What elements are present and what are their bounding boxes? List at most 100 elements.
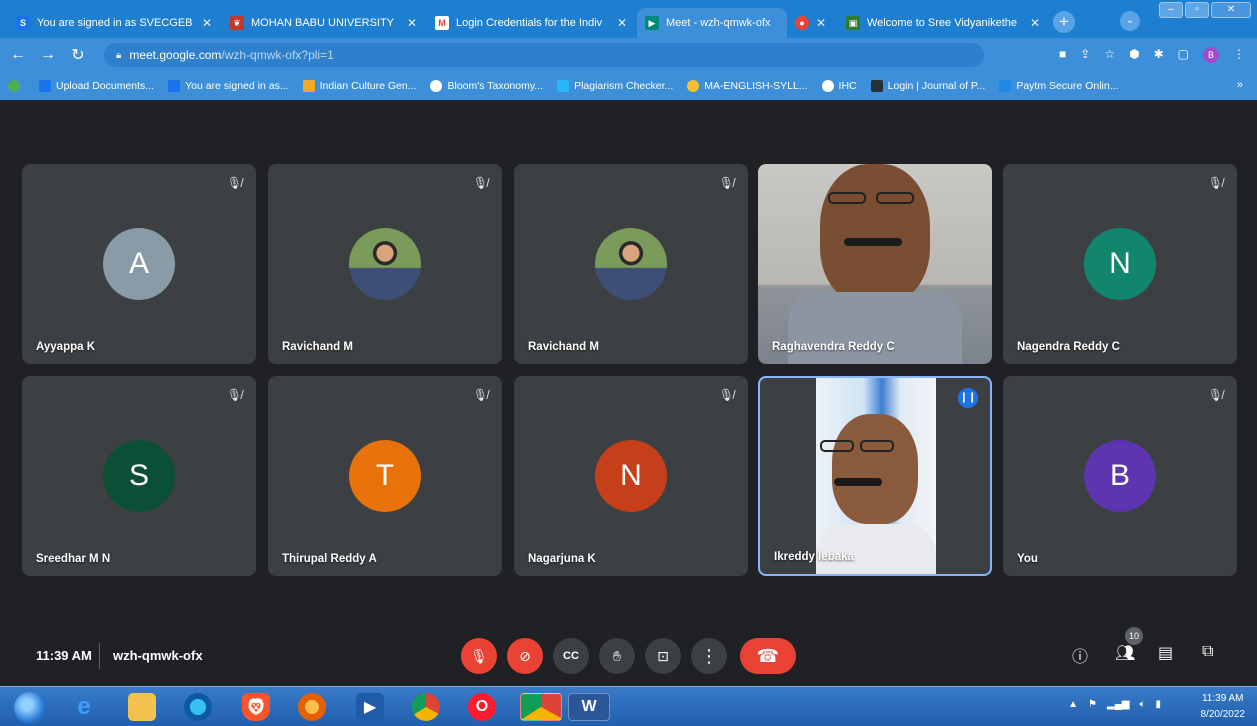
chat-icon[interactable]: ▤ <box>1158 643 1173 663</box>
system-tray: ▲ ⚑ ▂▄▆ 🔈︎ ▮ <box>1068 699 1161 710</box>
raise-hand-button[interactable]: ✋︎ <box>599 638 635 674</box>
bookmark-item[interactable]: Paytm Secure Onlin... <box>999 80 1118 92</box>
share-icon[interactable]: ⇪ <box>1080 47 1090 63</box>
browser-tab[interactable]: S You are signed in as SVECGEB ✕ <box>8 8 220 38</box>
file-explorer-icon[interactable] <box>128 693 156 721</box>
university-favicon-icon: ❦ <box>230 16 244 30</box>
close-tab-icon[interactable]: ✕ <box>202 16 212 30</box>
participant-name: Ravichand M <box>528 341 599 353</box>
word-icon[interactable]: W <box>568 693 610 721</box>
brave-icon[interactable]: 🦁︎ <box>242 693 270 721</box>
participant-name: Ayyappa K <box>36 341 96 353</box>
profile-avatar[interactable]: B <box>1203 47 1219 63</box>
extensions-puzzle-icon[interactable]: ✱ <box>1154 47 1164 63</box>
reload-icon[interactable]: ↻ <box>66 45 90 65</box>
mic-off-icon: 🎙︎̸ <box>718 176 734 190</box>
close-tab-icon[interactable]: ✕ <box>1030 16 1040 30</box>
close-tab-icon[interactable]: ✕ <box>407 16 417 30</box>
participant-tile[interactable]: 🎙︎̸ Ravichand M <box>268 164 502 364</box>
taskbar-date: 8/20/2022 <box>1200 709 1246 720</box>
url-host: meet.google.com <box>129 48 222 62</box>
apps-shield-icon[interactable] <box>8 80 25 92</box>
participant-tile[interactable]: 🎙︎̸ N Nagarjuna K <box>514 376 748 576</box>
people-icon[interactable]: 👥︎ <box>1115 643 1135 663</box>
bookmark-star-icon[interactable]: ☆ <box>1104 47 1115 63</box>
mic-off-icon: 🎙︎̸ <box>718 388 734 402</box>
participant-avatar: S <box>103 440 175 512</box>
camera-toggle-button[interactable]: ⊘ <box>507 638 543 674</box>
browser-tab[interactable]: ❦ MOHAN BABU UNIVERSITY ✕ <box>222 8 425 38</box>
bookmark-item[interactable]: Upload Documents... <box>39 80 154 92</box>
bookmark-item[interactable]: Plagiarism Checker... <box>557 80 673 92</box>
bookmark-item[interactable]: You are signed in as... <box>168 80 289 92</box>
side-panel-icon[interactable]: ▢ <box>1178 47 1189 63</box>
flag-icon[interactable]: ⚑ <box>1088 699 1097 710</box>
internet-explorer-icon[interactable]: e <box>70 693 98 721</box>
participant-photo-avatar <box>595 228 667 300</box>
present-screen-button[interactable]: ⊡ <box>645 638 681 674</box>
bookmark-item[interactable]: Login | Journal of P... <box>870 80 985 92</box>
tab-search-button[interactable]: ⌄ <box>1120 11 1140 31</box>
url-path: /wzh-qmwk-ofx?pli=1 <box>221 48 334 62</box>
participant-photo-avatar <box>349 228 421 300</box>
shirt <box>816 524 936 574</box>
close-window-button[interactable]: ✕ <box>1211 2 1251 18</box>
chrome-icon[interactable] <box>412 693 440 721</box>
opera-icon[interactable]: O <box>468 693 496 721</box>
participant-video-tile[interactable]: Raghavendra Reddy C <box>758 164 992 364</box>
network-icon[interactable]: ▂▄▆ <box>1107 699 1129 710</box>
bookmark-item[interactable]: MA-ENGLISH-SYLL... <box>687 80 808 92</box>
activities-icon[interactable]: ⧉ <box>1202 643 1213 661</box>
bookmark-label: Bloom's Taxonomy... <box>447 80 544 92</box>
participant-tile[interactable]: 🎙︎̸ T Thirupal Reddy A <box>268 376 502 576</box>
firefox-icon[interactable] <box>298 693 326 721</box>
media-player-icon[interactable]: ▶ <box>356 693 384 721</box>
tab-title: MOHAN BABU UNIVERSITY <box>251 17 395 29</box>
taskbar-time: 11:39 AM <box>1201 693 1244 704</box>
participant-tile[interactable]: 🎙︎̸ A Ayyappa K <box>22 164 256 364</box>
show-hidden-icons-icon[interactable]: ▲ <box>1068 699 1078 710</box>
more-options-button[interactable]: ⋮ <box>691 638 727 674</box>
address-bar[interactable]: 🔒︎ meet.google.com/wzh-qmwk-ofx?pli=1 <box>104 43 984 67</box>
menu-kebab-icon[interactable]: ⋮ <box>1233 47 1245 63</box>
speaking-indicator-icon: ❙❙ <box>958 388 978 408</box>
browser-tab[interactable]: ▣ Welcome to Sree Vidyanikethe ✕ <box>838 8 1048 38</box>
close-tab-icon[interactable]: ✕ <box>617 16 627 30</box>
captions-button[interactable]: CC <box>553 638 589 674</box>
power-icon[interactable]: ▮ <box>1155 699 1161 710</box>
participant-video-tile-speaking[interactable]: ❙❙ Ikreddy lebaka <box>758 376 992 576</box>
new-tab-button[interactable]: + <box>1053 11 1075 33</box>
participant-name: Sreedhar M N <box>36 553 111 565</box>
back-icon[interactable]: ← <box>6 46 30 64</box>
bookmark-item[interactable]: Indian Culture Gen... <box>302 80 416 92</box>
start-button[interactable] <box>14 692 46 724</box>
bookmark-item[interactable]: IHC <box>821 80 857 92</box>
college-favicon-icon: ▣ <box>846 16 860 30</box>
browser-tab[interactable]: ● ✕ <box>787 8 833 38</box>
camera-in-use-icon[interactable]: ■ <box>1059 47 1066 63</box>
participant-name: Thirupal Reddy A <box>282 553 377 565</box>
mic-toggle-button[interactable]: 🎙︎ <box>461 638 497 674</box>
bookmark-label: Plagiarism Checker... <box>574 80 674 92</box>
participant-tile[interactable]: 🎙︎̸ Ravichand M <box>514 164 748 364</box>
leave-call-button[interactable]: ☎︎ <box>740 638 796 674</box>
shield-extension-icon[interactable]: ⬢ <box>1129 47 1139 63</box>
minimize-button[interactable]: – <box>1159 2 1183 18</box>
taskbar-clock[interactable]: 11:39 AM 8/20/2022 <box>1201 691 1246 723</box>
close-tab-icon[interactable]: ✕ <box>816 16 826 30</box>
forward-icon[interactable]: → <box>36 46 60 64</box>
more-bookmarks-icon[interactable]: » <box>1237 79 1243 91</box>
participant-tile[interactable]: 🎙︎̸ B You <box>1003 376 1237 576</box>
volume-icon[interactable]: 🔈︎ <box>1139 699 1145 710</box>
chrome-active-icon[interactable] <box>520 693 562 721</box>
bookmark-item[interactable]: Bloom's Taxonomy... <box>430 80 543 92</box>
browser-tab[interactable]: M Login Credentials for the Indiv ✕ <box>427 8 635 38</box>
edge-icon[interactable] <box>184 693 212 721</box>
maximize-button[interactable]: ▫ <box>1185 2 1209 18</box>
participant-tile[interactable]: 🎙︎̸ S Sreedhar M N <box>22 376 256 576</box>
participant-tile[interactable]: 🎙︎̸ N Nagendra Reddy C <box>1003 164 1237 364</box>
glasses <box>820 440 854 452</box>
mic-off-icon: 🎙︎̸ <box>226 388 242 402</box>
meeting-details-icon[interactable]: ⓘ <box>1072 643 1088 667</box>
browser-tab-active[interactable]: ▶ Meet - wzh-qmwk-ofx <box>637 8 787 38</box>
